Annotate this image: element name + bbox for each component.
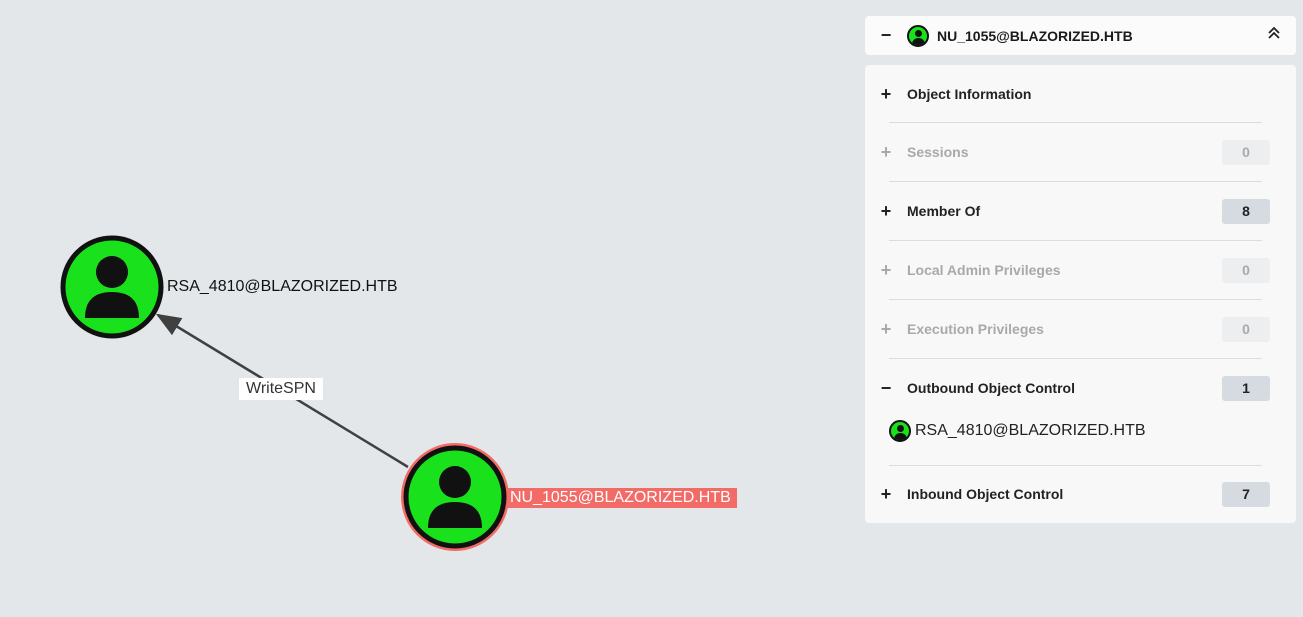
section-label: Execution Privileges [907, 321, 1044, 337]
graph-canvas[interactable]: RSA_4810@BLAZORIZED.HTB NU_1055@BLAZORIZ… [0, 0, 860, 617]
section-member-of[interactable]: + Member Of 8 [865, 182, 1296, 240]
graph-node-rsa[interactable] [60, 235, 164, 339]
count-badge: 7 [1222, 481, 1270, 507]
graph-node-nu[interactable] [401, 443, 509, 551]
section-label: Sessions [907, 144, 969, 160]
expand-icon: + [880, 200, 892, 221]
outbound-item-name: RSA_4810@BLAZORIZED.HTB [915, 422, 1146, 439]
section-local-admin-privileges: + Local Admin Privileges 0 [865, 241, 1296, 299]
user-icon [889, 420, 911, 442]
node-label-nu: NU_1055@BLAZORIZED.HTB [508, 488, 737, 508]
count-badge: 0 [1222, 257, 1270, 283]
section-object-information[interactable]: + Object Information [865, 65, 1296, 123]
user-icon [907, 24, 929, 47]
count-badge: 8 [1222, 198, 1270, 224]
graph-svg [60, 235, 509, 551]
section-label: Object Information [907, 86, 1032, 102]
expand-icon: + [880, 259, 892, 280]
expand-icon: + [880, 318, 892, 339]
section-sessions: + Sessions 0 [865, 123, 1296, 181]
section-label: Inbound Object Control [907, 486, 1064, 502]
panel-title: NU_1055@BLAZORIZED.HTB [937, 27, 1133, 44]
expand-icon: + [880, 83, 892, 104]
section-label: Member Of [907, 203, 981, 219]
count-badge: 1 [1222, 375, 1270, 401]
section-inbound-object-control[interactable]: + Inbound Object Control 7 [865, 465, 1296, 523]
count-badge: 0 [1222, 316, 1270, 342]
node-panel-body: + Object Information + Sessions 0 + Memb… [865, 65, 1296, 523]
expand-icon: + [880, 141, 892, 162]
node-panel-header: − NU_1055@BLAZORIZED.HTB [865, 16, 1296, 55]
node-label-rsa: RSA_4810@BLAZORIZED.HTB [167, 278, 398, 295]
edge-label[interactable]: WriteSPN [239, 378, 323, 400]
section-outbound-object-control[interactable]: − Outbound Object Control 1 [865, 359, 1296, 417]
section-execution-privileges: + Execution Privileges 0 [865, 300, 1296, 358]
section-label: Outbound Object Control [907, 380, 1075, 396]
section-label: Local Admin Privileges [907, 262, 1061, 278]
collapse-icon: − [880, 377, 892, 398]
collapse-panel-button[interactable]: − [865, 25, 907, 46]
expand-icon: + [880, 483, 892, 504]
outbound-item[interactable]: RSA_4810@BLAZORIZED.HTB [889, 420, 1146, 442]
chevrons-up-icon[interactable] [1252, 26, 1296, 45]
count-badge: 0 [1222, 139, 1270, 165]
